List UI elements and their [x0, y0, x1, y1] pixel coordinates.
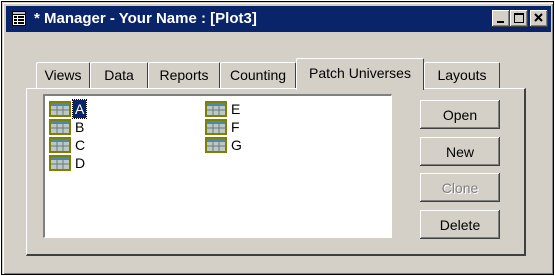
- maximize-button[interactable]: [510, 10, 528, 27]
- close-button[interactable]: [530, 10, 548, 27]
- list-item-label: E: [231, 101, 241, 117]
- close-icon: [534, 13, 543, 22]
- list-item-label: A: [71, 99, 88, 119]
- tab-counting[interactable]: Counting: [220, 62, 296, 89]
- grid-icon: [205, 101, 227, 117]
- app-grid-icon: [12, 11, 26, 26]
- delete-button[interactable]: Delete: [420, 210, 500, 239]
- title-bar[interactable]: * Manager - Your Name : [Plot3]: [6, 6, 551, 32]
- grid-icon: [49, 119, 71, 135]
- tab-views[interactable]: Views: [36, 62, 90, 89]
- grid-icon: [49, 155, 71, 171]
- minimize-button[interactable]: [492, 10, 510, 27]
- list-item-label: G: [231, 137, 242, 153]
- grid-icon: [205, 137, 227, 153]
- list-item-label: F: [231, 119, 240, 135]
- maximize-icon: [514, 13, 524, 23]
- tab-patch-universes[interactable]: Patch Universes: [296, 58, 424, 90]
- minimize-icon: [497, 21, 504, 23]
- grid-icon: [205, 119, 227, 135]
- grid-icon: [49, 101, 71, 117]
- tab-reports[interactable]: Reports: [148, 62, 220, 89]
- open-button[interactable]: Open: [420, 100, 500, 129]
- tab-layouts[interactable]: Layouts: [424, 62, 500, 89]
- list-item-label: B: [75, 119, 85, 135]
- grid-icon: [49, 137, 71, 153]
- universe-list[interactable]: A B C D E F G: [43, 94, 392, 238]
- clone-button[interactable]: Clone: [420, 173, 500, 202]
- list-item-label: C: [75, 137, 86, 153]
- list-item-label: D: [75, 155, 86, 171]
- window-title: * Manager - Your Name : [Plot3]: [34, 10, 257, 27]
- new-button[interactable]: New: [420, 137, 500, 166]
- tab-data[interactable]: Data: [90, 62, 148, 89]
